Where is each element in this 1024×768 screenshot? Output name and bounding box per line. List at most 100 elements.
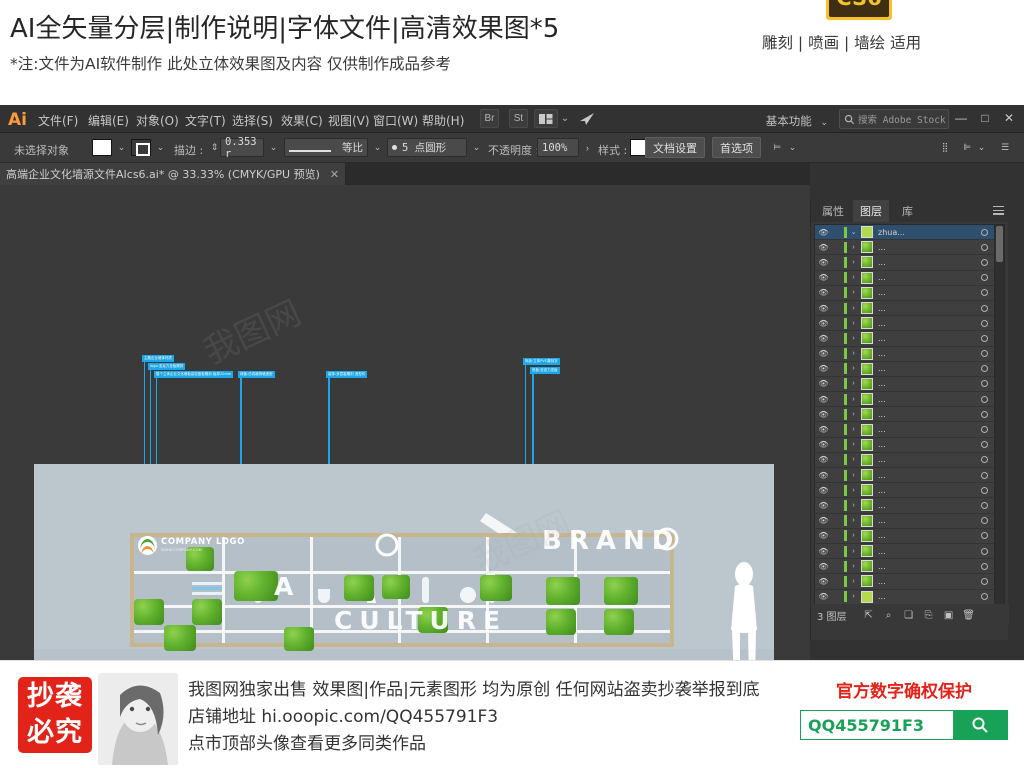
layer-visibility-icon[interactable]: 👁 bbox=[815, 243, 832, 252]
window-minimize-button[interactable]: — bbox=[950, 108, 972, 128]
window-close-button[interactable]: ✕ bbox=[998, 108, 1020, 128]
locate-object-icon[interactable]: ⇱ bbox=[859, 608, 879, 623]
layer-expand-icon[interactable]: › bbox=[847, 259, 860, 266]
document-tab-close-icon[interactable]: ✕ bbox=[330, 168, 339, 181]
layer-target-icon[interactable] bbox=[974, 501, 994, 509]
layer-target-icon[interactable] bbox=[974, 486, 994, 494]
layer-row[interactable]: 👁 ›... bbox=[815, 316, 994, 332]
layer-target-icon[interactable] bbox=[974, 350, 994, 358]
fill-chevron-icon[interactable]: ⌄ bbox=[115, 141, 128, 154]
menu-type[interactable]: 文字(T) bbox=[185, 112, 226, 129]
layer-expand-icon[interactable]: › bbox=[847, 548, 860, 555]
new-sublayer-icon[interactable]: ❏ bbox=[899, 608, 919, 623]
layer-target-icon[interactable] bbox=[974, 304, 994, 312]
arrange-chevron-icon[interactable]: ⌄ bbox=[559, 109, 571, 128]
layer-expand-icon[interactable]: › bbox=[847, 320, 860, 327]
distribute-chevron-icon[interactable]: ⌄ bbox=[975, 141, 988, 154]
layer-target-icon[interactable] bbox=[974, 532, 994, 540]
layer-expand-icon[interactable]: › bbox=[847, 365, 860, 372]
layer-row[interactable]: 👁 ›... bbox=[815, 574, 994, 590]
layer-target-icon[interactable] bbox=[974, 517, 994, 525]
layer-visibility-icon[interactable]: 👁 bbox=[815, 455, 832, 464]
layer-row[interactable]: 👁 ›... bbox=[815, 528, 994, 544]
copyright-search-box[interactable]: QQ455791F3 bbox=[800, 710, 1008, 740]
layer-row[interactable]: 👁 ›... bbox=[815, 589, 994, 605]
layer-visibility-icon[interactable]: 👁 bbox=[815, 288, 832, 297]
layer-visibility-icon[interactable]: 👁 bbox=[815, 334, 832, 343]
fill-swatch[interactable] bbox=[92, 139, 112, 156]
arrange-documents-icon[interactable] bbox=[534, 109, 558, 128]
layer-visibility-icon[interactable]: 👁 bbox=[815, 516, 832, 525]
layer-visibility-icon[interactable]: 👁 bbox=[815, 440, 832, 449]
layer-expand-icon[interactable]: › bbox=[847, 289, 860, 296]
layer-visibility-icon[interactable]: 👁 bbox=[815, 395, 832, 404]
new-layer-icon[interactable]: ▣ bbox=[939, 608, 959, 623]
layer-row[interactable]: 👁 ›... bbox=[815, 452, 994, 468]
layer-target-icon[interactable] bbox=[974, 547, 994, 555]
canvas-area[interactable]: 主题企业墙体材质 logo:亚克力亚板雕刻 整个立体企业文化墙板高密度板雕刻 板… bbox=[0, 185, 810, 660]
layer-expand-icon[interactable]: › bbox=[847, 502, 860, 509]
tab-layers[interactable]: 图层 bbox=[853, 200, 889, 222]
layer-row[interactable]: 👁 ›... bbox=[815, 468, 994, 484]
layer-target-icon[interactable] bbox=[974, 243, 994, 251]
window-maximize-button[interactable]: □ bbox=[974, 108, 996, 128]
layer-target-icon[interactable] bbox=[974, 289, 994, 297]
layer-expand-icon[interactable]: › bbox=[847, 456, 860, 463]
transform-icon[interactable]: ⣿ bbox=[936, 141, 954, 154]
opacity-field[interactable]: 100% bbox=[537, 138, 579, 157]
layer-row[interactable]: 👁 ›... bbox=[815, 498, 994, 514]
layer-expand-icon[interactable]: › bbox=[847, 411, 860, 418]
layer-row[interactable]: 👁 ›... bbox=[815, 559, 994, 575]
distribute-icon[interactable]: ⊫ bbox=[958, 141, 976, 154]
align-icon[interactable]: ⊨ bbox=[768, 141, 786, 154]
search-layer-icon[interactable]: ⌕ bbox=[879, 608, 899, 623]
menu-help[interactable]: 帮助(H) bbox=[422, 112, 464, 129]
layer-expand-icon[interactable]: › bbox=[847, 274, 860, 281]
layer-expand-icon[interactable]: › bbox=[847, 380, 860, 387]
layer-expand-icon[interactable]: › bbox=[847, 517, 860, 524]
layer-visibility-icon[interactable]: 👁 bbox=[815, 562, 832, 571]
layer-row[interactable]: 👁 ›... bbox=[815, 392, 994, 408]
copyright-code-value[interactable]: QQ455791F3 bbox=[801, 711, 953, 739]
copyright-search-button[interactable] bbox=[953, 711, 1007, 739]
layer-row[interactable]: 👁 ›... bbox=[815, 513, 994, 529]
tab-properties[interactable]: 属性 bbox=[815, 200, 851, 222]
layers-scrollbar[interactable] bbox=[994, 224, 1005, 610]
stock-button[interactable]: St bbox=[509, 109, 528, 128]
layer-visibility-icon[interactable]: 👁 bbox=[815, 501, 832, 510]
layer-visibility-icon[interactable]: 👁 bbox=[815, 592, 832, 601]
layer-visibility-icon[interactable]: 👁 bbox=[815, 258, 832, 267]
layer-row[interactable]: 👁 ›... bbox=[815, 300, 994, 317]
menu-file[interactable]: 文件(F) bbox=[38, 112, 78, 129]
artwork-hero-image[interactable]: COMPANY LOGO WWW.COMPANY.COM BRAND CULTU… bbox=[34, 464, 774, 660]
layer-expand-icon[interactable]: › bbox=[847, 350, 860, 357]
layer-target-icon[interactable] bbox=[974, 441, 994, 449]
layer-expand-icon[interactable]: ⌄ bbox=[847, 228, 860, 236]
layer-row[interactable]: 👁 ›... bbox=[815, 255, 994, 271]
document-tab[interactable]: 高端企业文化墙源文件AIcs6.ai* @ 33.33% (CMYK/GPU 预… bbox=[0, 163, 347, 185]
layer-expand-icon[interactable]: › bbox=[847, 472, 860, 479]
layer-row[interactable]: 👁 ›... bbox=[815, 361, 994, 377]
layer-expand-icon[interactable]: › bbox=[847, 532, 860, 539]
brush-select[interactable]: 5 点圆形 bbox=[387, 138, 467, 157]
layer-expand-icon[interactable]: › bbox=[847, 396, 860, 403]
layer-visibility-icon[interactable]: 👁 bbox=[815, 228, 832, 237]
layer-visibility-icon[interactable]: 👁 bbox=[815, 319, 832, 328]
layer-target-icon[interactable] bbox=[974, 365, 994, 373]
preferences-button[interactable]: 首选项 bbox=[712, 137, 761, 158]
layer-target-icon[interactable] bbox=[974, 334, 994, 342]
stroke-swatch[interactable] bbox=[131, 139, 151, 156]
stroke-profile-select[interactable]: 等比 bbox=[284, 138, 368, 157]
layers-scrollbar-thumb[interactable] bbox=[996, 226, 1003, 262]
stroke-profile-chevron-icon[interactable]: ⌄ bbox=[371, 141, 384, 154]
panel-menu-icon[interactable] bbox=[993, 206, 1004, 215]
layer-expand-icon[interactable]: › bbox=[847, 578, 860, 585]
layer-visibility-icon[interactable]: 👁 bbox=[815, 379, 832, 388]
layer-row[interactable]: 👁 ›... bbox=[815, 346, 994, 362]
layer-target-icon[interactable] bbox=[974, 471, 994, 479]
delete-layer-icon[interactable]: 🗑 bbox=[959, 608, 979, 623]
layer-visibility-icon[interactable]: 👁 bbox=[815, 304, 832, 313]
menu-view[interactable]: 视图(V) bbox=[328, 112, 370, 129]
layer-row[interactable]: 👁 ›... bbox=[815, 285, 994, 301]
layer-expand-icon[interactable]: › bbox=[847, 593, 860, 600]
